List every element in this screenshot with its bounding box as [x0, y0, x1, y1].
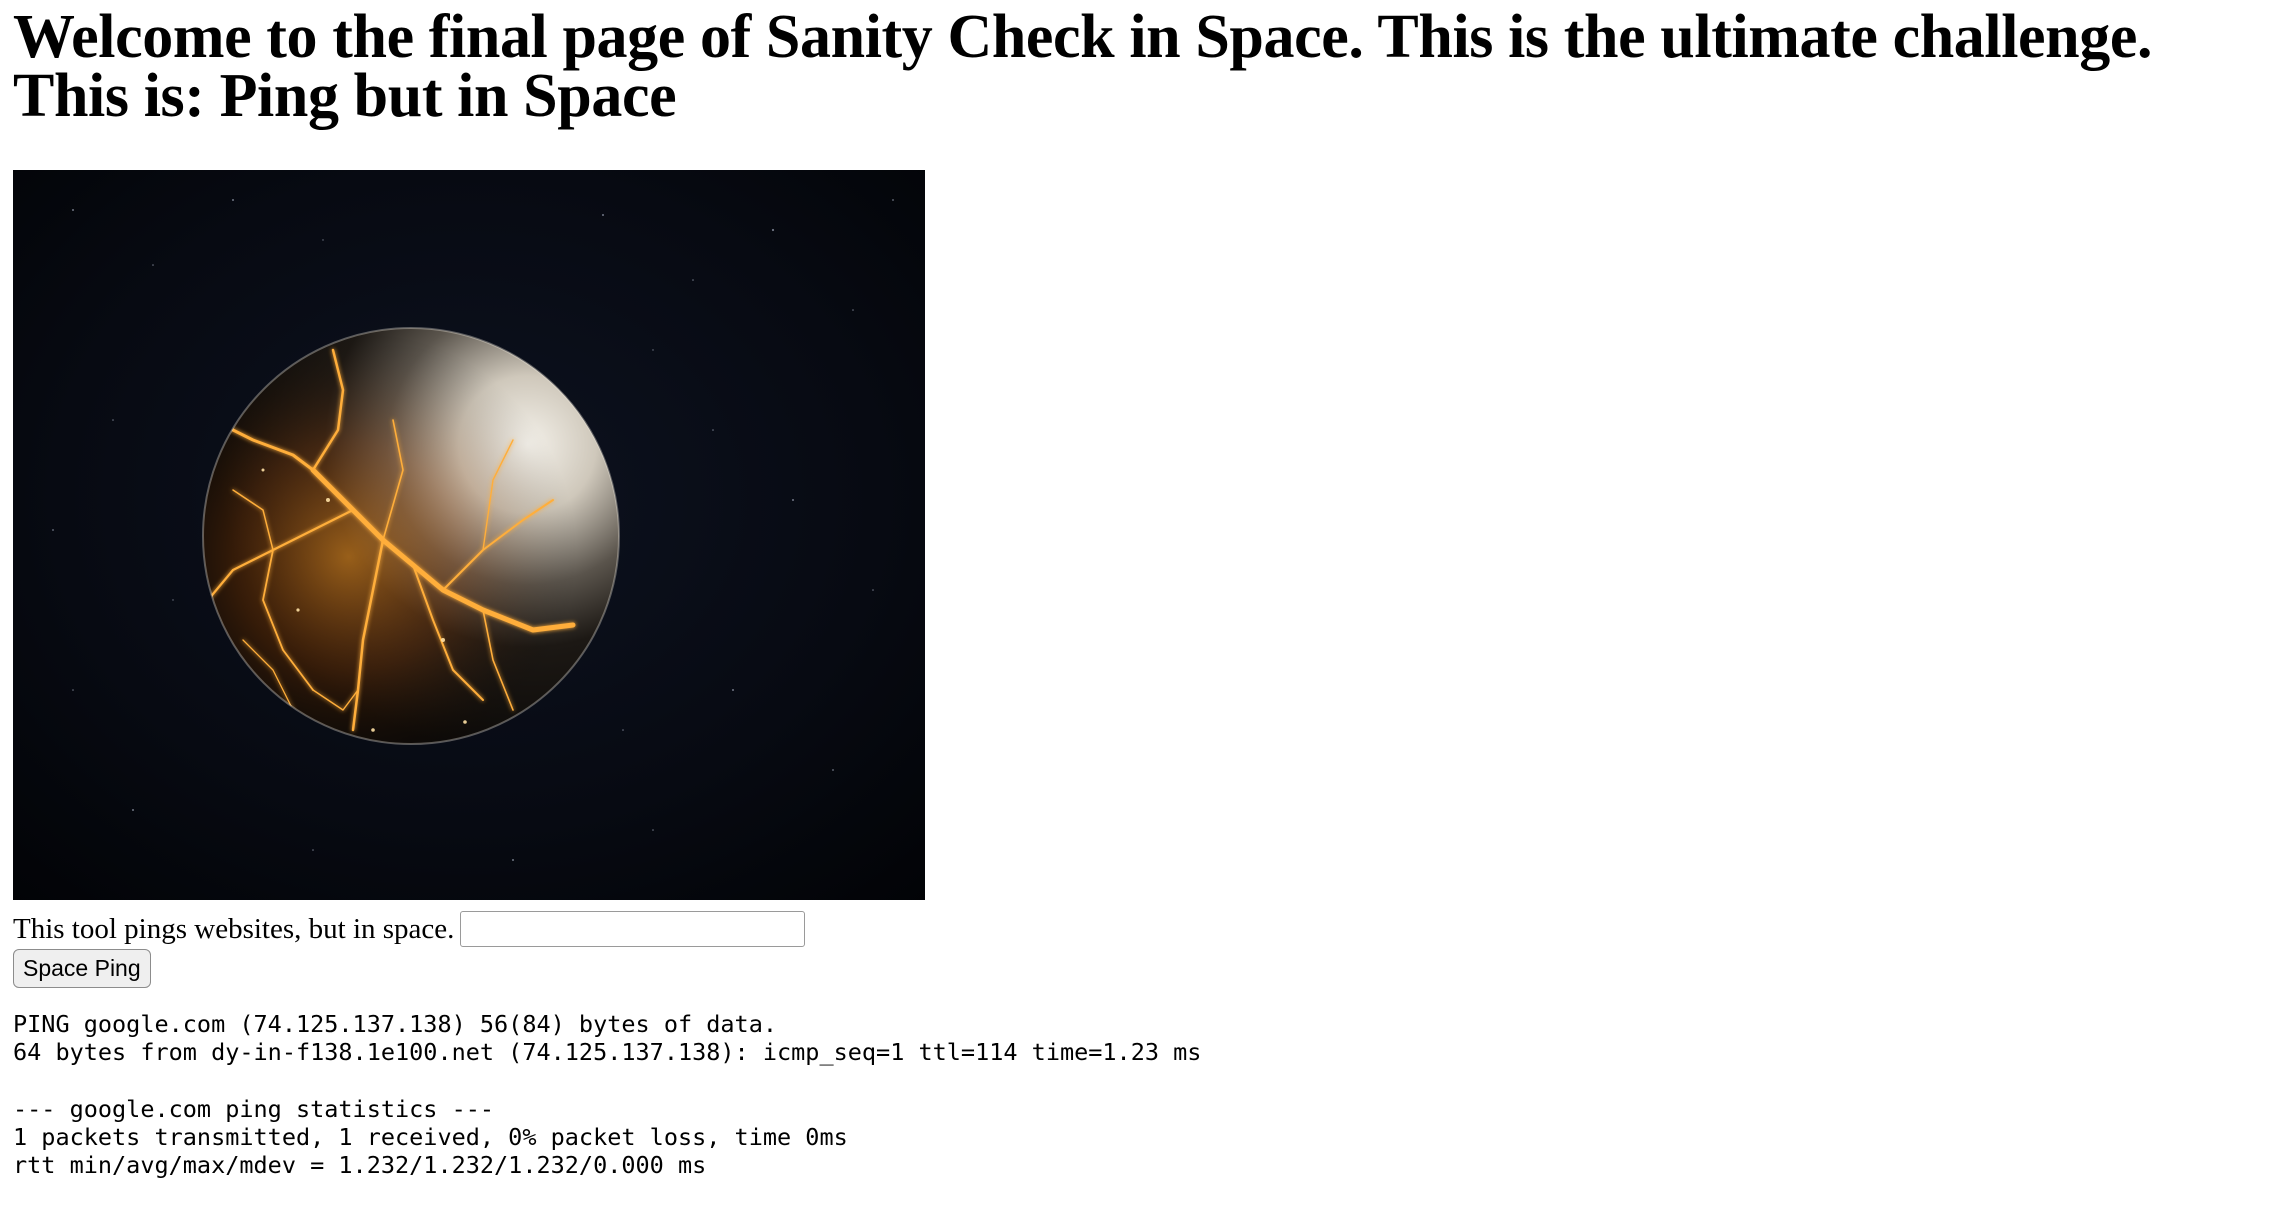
page-heading: Welcome to the final page of Sanity Chec… [13, 3, 2153, 130]
ping-output: PING google.com (74.125.137.138) 56(84) … [13, 1010, 1201, 1179]
page-content: Welcome to the final page of Sanity Chec… [13, 0, 2263, 1179]
output-line: --- google.com ping statistics --- [13, 1094, 495, 1123]
output-line: 64 bytes from dy-in-f138.1e100.net (74.1… [13, 1038, 1202, 1067]
space-ping-button[interactable]: Space Ping [13, 949, 151, 988]
output-line: 1 packets transmitted, 1 received, 0% pa… [13, 1122, 848, 1151]
url-input[interactable] [460, 911, 806, 947]
output-line: PING google.com (74.125.137.138) 56(84) … [13, 1010, 778, 1038]
ping-tool-label: This tool pings websites, but in space. [13, 912, 455, 945]
output-line: rtt min/avg/max/mdev = 1.232/1.232/1.232… [13, 1150, 707, 1179]
ping-form: This tool pings websites, but in space. [13, 908, 806, 950]
hero-image [13, 170, 925, 900]
